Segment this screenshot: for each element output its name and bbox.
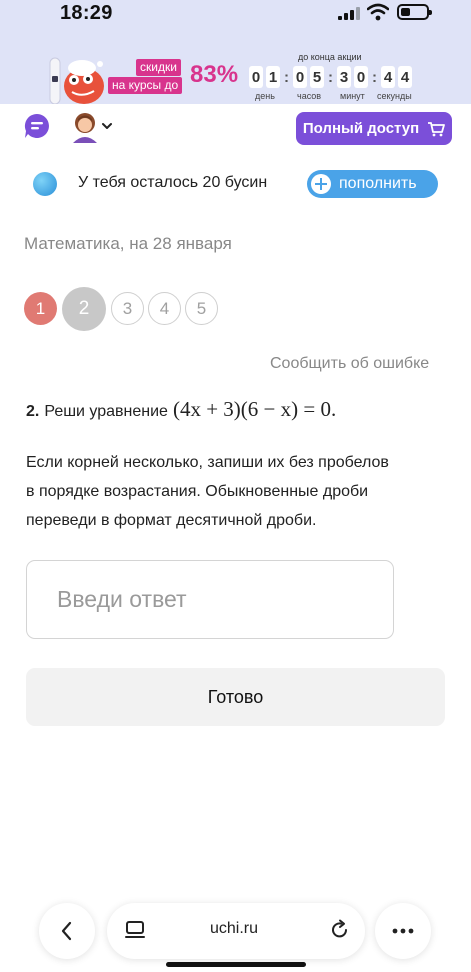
- step-2[interactable]: 2: [62, 287, 106, 331]
- task-number: 2.: [26, 403, 40, 420]
- step-3[interactable]: 3: [111, 292, 144, 325]
- step-5[interactable]: 5: [185, 292, 218, 325]
- page-menu-icon[interactable]: [124, 919, 146, 941]
- back-button[interactable]: [39, 903, 95, 959]
- full-access-button[interactable]: Полный доступ: [296, 112, 452, 145]
- countdown-digit: 4: [398, 66, 412, 88]
- instruction-line: Если корней несколько, запиши их без про…: [26, 454, 389, 471]
- countdown-digit: 1: [266, 66, 280, 88]
- promo-percent: 83%: [190, 61, 239, 88]
- step-4[interactable]: 4: [148, 292, 181, 325]
- reload-icon[interactable]: [329, 919, 351, 941]
- instruction-line: в порядке возрастания. Обыкновенные дроб…: [26, 483, 369, 500]
- topup-label: пополнить: [339, 175, 417, 192]
- bead-icon: [33, 172, 57, 196]
- chat-icon[interactable]: [24, 113, 50, 139]
- battery-icon: [397, 4, 432, 20]
- lesson-subject: Математика, на 28 января: [24, 234, 232, 253]
- countdown-digit: 4: [381, 66, 395, 88]
- mascot-illustration: [49, 57, 104, 104]
- chevron-down-icon[interactable]: [101, 121, 113, 131]
- countdown-unit-minutes: минут: [340, 91, 365, 101]
- countdown-digit: 5: [310, 66, 324, 88]
- countdown-unit-hours: часов: [297, 91, 322, 101]
- countdown-title: до конца акции: [298, 52, 362, 62]
- home-indicator: [166, 962, 306, 967]
- full-access-label: Полный доступ: [302, 120, 420, 137]
- countdown-digit: 3: [337, 66, 351, 88]
- chevron-left-icon: [61, 921, 72, 941]
- plus-icon: [311, 174, 331, 194]
- answer-input[interactable]: [26, 560, 394, 639]
- task-prompt: Реши уравнение: [44, 403, 168, 420]
- promo-label-line2: на курсы до: [108, 77, 183, 94]
- url-text: uchi.ru: [210, 920, 259, 937]
- status-time: 18:29: [60, 2, 113, 24]
- countdown-timer: 0 1 : 0 5 : 3 0 : 4 4: [249, 66, 415, 88]
- countdown-digit: 0: [354, 66, 368, 88]
- step-1[interactable]: 1: [24, 292, 57, 325]
- task-statement: 2. Реши уравнение (4x + 3)(6 − x) = 0.: [26, 397, 336, 422]
- countdown-digit: 0: [249, 66, 263, 88]
- topup-button[interactable]: пополнить: [307, 170, 438, 198]
- more-dots-icon: [392, 928, 414, 934]
- avatar[interactable]: [70, 111, 100, 143]
- done-button[interactable]: Готово: [26, 668, 445, 726]
- task-equation: (4x + 3)(6 − x) = 0.: [172, 397, 337, 421]
- promo-label-line1: скидки: [136, 59, 181, 76]
- report-error-link[interactable]: Сообщить об ошибке: [270, 355, 429, 373]
- cart-icon: [428, 121, 446, 136]
- cellular-signal-icon: [338, 7, 360, 20]
- countdown-digit: 0: [293, 66, 307, 88]
- instruction-line: переведи в формат десятичной дроби.: [26, 512, 317, 529]
- countdown-unit-seconds: секунды: [377, 91, 412, 101]
- wifi-icon: [367, 3, 389, 21]
- beads-balance-text: У тебя осталось 20 бусин: [78, 174, 268, 191]
- task-instruction: Если корней несколько, запиши их без про…: [26, 448, 446, 535]
- countdown-unit-days: день: [255, 91, 275, 101]
- more-button[interactable]: [375, 903, 431, 959]
